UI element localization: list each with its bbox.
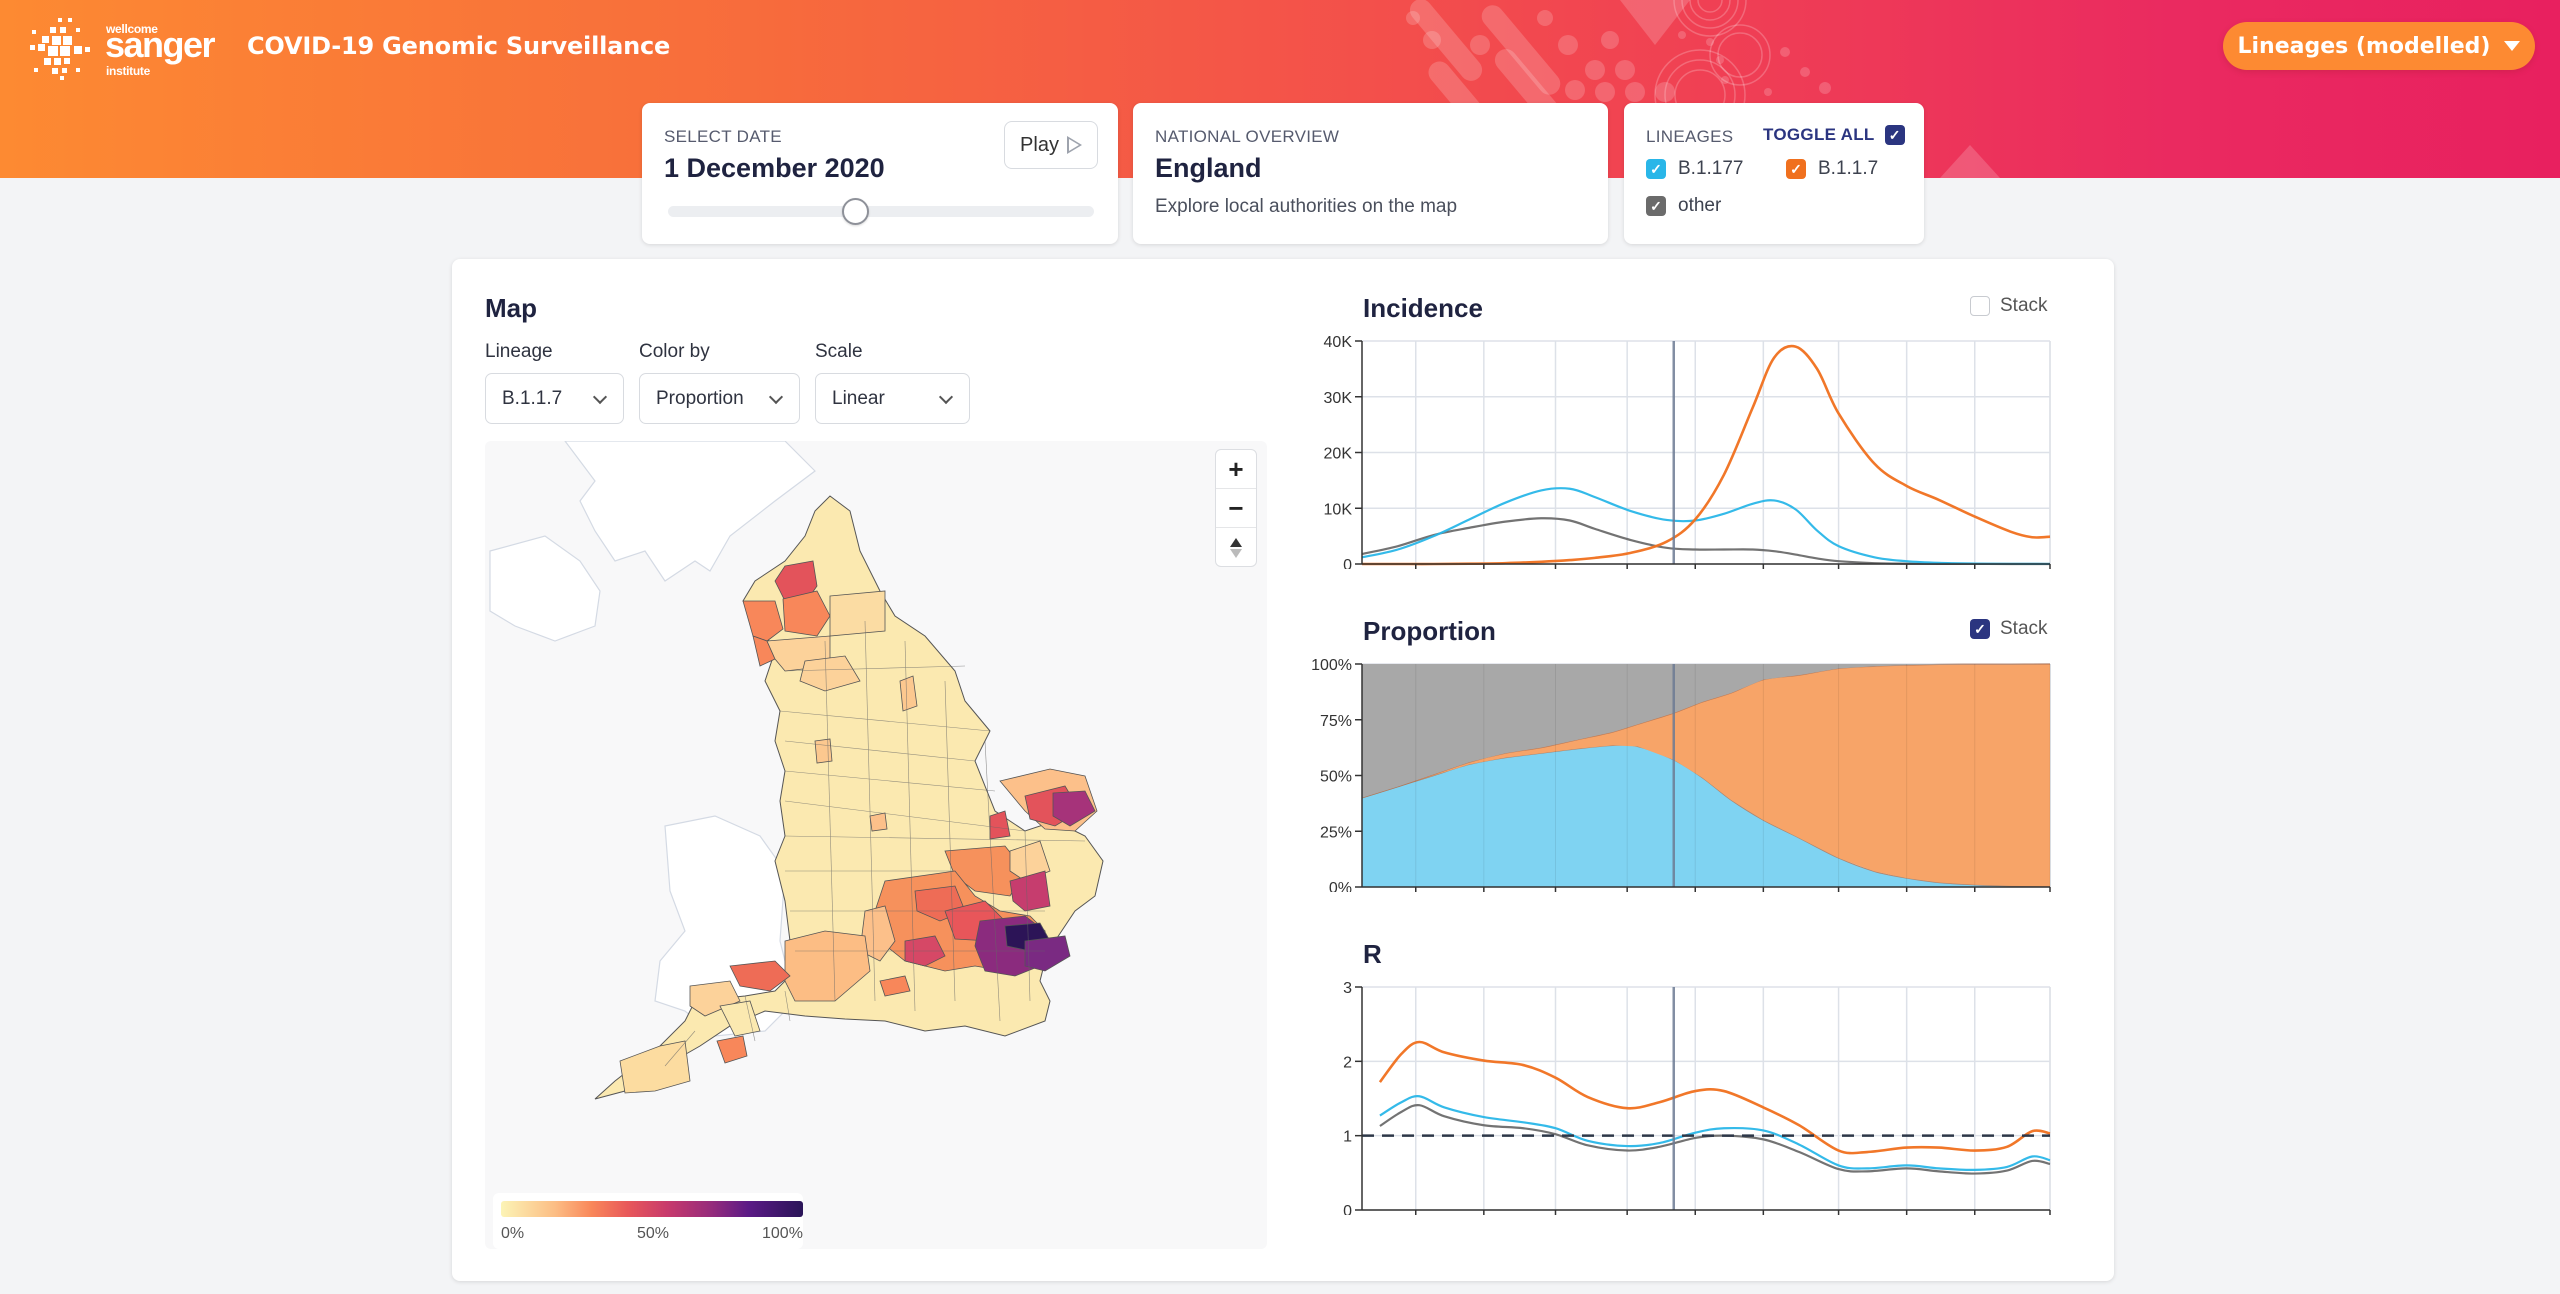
legend-max: 100% [762,1225,803,1242]
map-title: Map [485,293,537,323]
toggle-all-label: TOGGLE ALL [1763,125,1875,144]
app-title: COVID-19 Genomic Surveillance [247,32,671,60]
play-label: Play [1020,133,1059,156]
logo-text-institute: institute [106,64,150,78]
lineage-select[interactable]: B.1.1.7 [485,373,624,424]
logo-text-sanger: sanger [105,24,216,65]
national-overview-card: NATIONAL OVERVIEW England Explore local … [1133,103,1608,244]
caret-down-icon [2504,41,2521,51]
color-by-select-value: Proportion [656,387,744,409]
checkbox-unchecked-icon[interactable] [1970,296,1990,316]
checkbox-checked-icon[interactable]: ✓ [1646,196,1666,216]
scale-field-label: Scale [815,341,863,362]
checkbox-checked-icon[interactable]: ✓ [1970,619,1990,639]
play-button[interactable]: Play [1004,121,1098,169]
overview-subtitle: Explore local authorities on the map [1155,196,1458,217]
line-b117 [1362,344,2051,566]
date-slider-thumb[interactable] [842,198,870,225]
lineages-label: LINEAGES [1646,127,1734,146]
y-tick-label: 30K [1324,390,1353,407]
main-panel: Map Lineage B.1.1.7 Color by Proportion … [452,259,2114,1281]
proportion-chart[interactable]: 0%25%50%75%100%20 Sep9 Oct29 Oct18 Nov7 … [1310,652,2130,892]
color-by-select[interactable]: Proportion [639,373,800,424]
chevron-down-icon [768,389,784,405]
y-tick-label: 2 [1343,1054,1352,1071]
legend-min: 0% [501,1225,525,1242]
mode-select-label: Lineages (modelled) [2237,33,2491,59]
chevron-down-icon [592,389,608,405]
select-date-label: SELECT DATE [664,127,782,146]
lineage-select-value: B.1.1.7 [502,387,563,409]
toggle-all[interactable]: TOGGLE ALL ✓ [1763,125,1905,145]
color-by-field-label: Color by [639,341,710,362]
legend-color-bar [501,1201,803,1217]
toggle-all-checkbox[interactable]: ✓ [1884,125,1905,145]
y-tick-label: 20K [1324,446,1353,463]
legend-mid: 50% [637,1225,670,1242]
map-canvas[interactable]: + − 0% 50% 100% [485,441,1267,1249]
incidence-stack-toggle[interactable]: Stack [1970,295,2048,317]
zoom-in-button[interactable]: + [1216,450,1256,489]
reset-north-button[interactable] [1216,528,1256,567]
logo-grid-icon [30,18,90,80]
play-icon [1066,136,1082,154]
y-tick-label: 100% [1311,657,1352,674]
scale-select[interactable]: Linear [815,373,970,424]
date-slider-track[interactable] [668,206,1094,217]
y-tick-label: 40K [1324,334,1353,351]
y-tick-label: 25% [1320,824,1352,841]
scale-select-value: Linear [832,387,885,409]
y-tick-label: 50% [1320,769,1352,786]
y-tick-label: 3 [1343,980,1352,997]
lineage-label: B.1.177 [1678,158,1744,179]
line-b1177 [1379,1095,2051,1171]
r-chart[interactable]: 012320 Sep9 Oct29 Oct18 Nov7 Dec26 Dec16… [1310,975,2130,1215]
chevron-down-icon [938,389,954,405]
lineages-card: LINEAGES TOGGLE ALL ✓ ✓ B.1.177 ✓ B.1.1.… [1624,103,1924,244]
overview-region: England [1155,153,1262,183]
y-tick-label: 0 [1343,1203,1352,1215]
lineage-field-label: Lineage [485,341,553,362]
lineage-toggle-b1177[interactable]: ✓ B.1.177 [1646,158,1744,180]
lineage-toggle-other[interactable]: ✓ other [1646,195,1721,217]
y-tick-label: 0 [1343,557,1352,569]
y-tick-label: 75% [1320,713,1352,730]
proportion-stack-toggle[interactable]: ✓ Stack [1970,618,2048,640]
zoom-out-button[interactable]: − [1216,489,1256,528]
map-color-legend: 0% 50% 100% [493,1193,803,1249]
selected-date: 1 December 2020 [664,153,885,183]
y-tick-label: 10K [1324,501,1353,518]
stack-label: Stack [2000,618,2048,639]
stack-label: Stack [2000,295,2048,316]
mode-select-button[interactable]: Lineages (modelled) [2223,22,2535,70]
checkbox-checked-icon[interactable]: ✓ [1646,159,1666,179]
map-zoom-controls: + − [1215,449,1257,567]
uk-choropleth-map[interactable] [485,441,1267,1249]
sanger-logo[interactable]: wellcome sanger institute [30,18,230,80]
non-england-regions [489,441,816,1037]
select-date-card: SELECT DATE 1 December 2020 Play [642,103,1118,244]
incidence-title: Incidence [1363,293,1483,323]
y-tick-label: 1 [1343,1129,1352,1146]
line-b1177 [1361,487,2051,566]
lineage-label: other [1678,195,1722,216]
lineage-label: B.1.1.7 [1818,158,1879,179]
lineage-toggle-b117[interactable]: ✓ B.1.1.7 [1786,158,1878,180]
proportion-title: Proportion [1363,616,1496,646]
y-tick-label: 0% [1329,880,1352,892]
incidence-chart[interactable]: 010K20K30K40K20 Sep9 Oct29 Oct18 Nov7 De… [1310,329,2130,569]
line-other [1361,517,2051,566]
r-title: R [1363,939,1382,969]
checkbox-checked-icon[interactable]: ✓ [1786,159,1806,179]
overview-label: NATIONAL OVERVIEW [1155,127,1340,146]
compass-icon [1230,537,1242,558]
